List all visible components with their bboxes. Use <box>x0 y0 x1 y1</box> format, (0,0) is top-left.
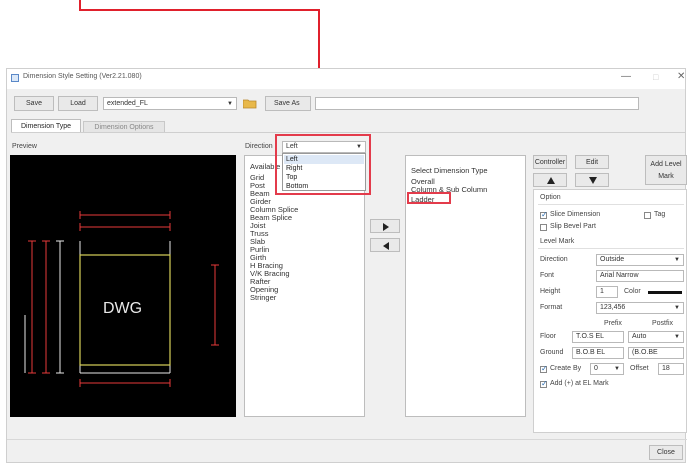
folder-icon[interactable] <box>243 98 257 109</box>
offset-value: 18 <box>662 365 670 372</box>
format-value: 123,456 <box>600 304 626 311</box>
add-to-selection-button[interactable] <box>370 219 400 233</box>
remove-from-selection-button[interactable] <box>370 238 400 252</box>
load-button[interactable]: Load <box>58 96 98 111</box>
height-value: 1 <box>600 288 604 295</box>
triangle-up-icon <box>547 177 555 184</box>
height-label: Height <box>540 288 561 295</box>
create-by-value: 0 <box>594 365 598 372</box>
offset-label: Offset <box>630 365 649 372</box>
color-swatch[interactable] <box>648 291 682 294</box>
format-label: Format <box>540 304 563 311</box>
floor-prefix-input[interactable]: T.O.S EL <box>572 331 624 343</box>
floor-postfix-select[interactable]: Auto ▼ <box>628 331 684 343</box>
slice-dimension-checkbox[interactable] <box>540 210 548 219</box>
ladder-highlight-box <box>407 192 451 204</box>
ground-postfix-input[interactable]: (B.O.BE <box>628 347 684 359</box>
app-icon <box>11 74 19 82</box>
direction-highlight-box <box>275 134 371 195</box>
tag-checkbox[interactable] <box>644 212 651 219</box>
triangle-right-icon <box>383 223 389 231</box>
create-by-label: Create By <box>550 365 582 372</box>
minimize-icon[interactable]: — <box>621 71 631 82</box>
prefix-header: Prefix <box>604 320 622 327</box>
edit-button[interactable]: Edit <box>575 155 609 169</box>
height-input[interactable]: 1 <box>596 286 618 298</box>
dwg-label: DWG <box>103 300 143 317</box>
preview-label: Preview <box>12 143 37 150</box>
font-label: Font <box>540 272 555 279</box>
tag-label: Tag <box>654 211 666 218</box>
add-level-mark-button[interactable]: Add Level Mark <box>645 155 687 185</box>
floor-label: Floor <box>540 333 556 340</box>
option-divider <box>538 204 684 205</box>
window-title: Dimension Style Setting (Ver2.21.080) <box>23 73 142 80</box>
tab-dimension-type[interactable]: Dimension Type <box>11 119 81 133</box>
selected-list-header: Select Dimension Type <box>411 166 488 175</box>
style-select-value: extended_FL <box>107 100 148 107</box>
floor-prefix-value: T.O.S EL <box>576 333 605 340</box>
tab-separator <box>11 132 685 133</box>
style-select[interactable]: extended_FL ▼ <box>103 97 237 110</box>
preview-canvas: DWG <box>10 155 236 417</box>
level-mark-title: Level Mark <box>540 238 575 245</box>
save-button[interactable]: Save <box>14 96 54 111</box>
close-button[interactable]: Close <box>649 445 683 460</box>
triangle-left-icon <box>383 242 389 250</box>
close-icon[interactable]: ✕ <box>677 71 685 82</box>
title-bar: Dimension Style Setting (Ver2.21.080) — … <box>7 69 685 89</box>
add-el-mark-checkbox[interactable] <box>540 379 548 388</box>
option-title: Option <box>540 194 561 201</box>
postfix-header: Postfix <box>652 320 674 327</box>
chevron-down-icon: ▼ <box>614 366 620 372</box>
triangle-down-icon <box>589 177 597 184</box>
create-by-checkbox[interactable] <box>540 364 548 373</box>
slip-bevel-part-checkbox[interactable] <box>540 224 547 231</box>
floor-postfix-value: Auto <box>632 333 647 340</box>
dimension-lines-white <box>24 240 171 374</box>
move-up-button[interactable] <box>533 173 567 187</box>
chevron-down-icon: ▼ <box>674 257 680 263</box>
create-by-select[interactable]: 0 ▼ <box>590 363 624 375</box>
save-as-button[interactable]: Save As <box>265 96 311 111</box>
font-value: Arial Narrow <box>600 272 639 279</box>
save-as-name-field[interactable] <box>315 97 639 110</box>
ground-prefix-value: B.O.B EL <box>576 349 606 356</box>
move-down-button[interactable] <box>575 173 609 187</box>
direction-label: Direction <box>245 143 273 150</box>
drawing-preview <box>24 211 219 387</box>
chevron-down-icon: ▼ <box>674 305 680 311</box>
slip-bevel-part-label: Slip Bevel Part <box>550 223 596 230</box>
controller-button[interactable]: Controller <box>533 155 567 169</box>
chevron-down-icon: ▼ <box>674 334 680 340</box>
ground-label: Ground <box>540 349 564 356</box>
format-select[interactable]: 123,456 ▼ <box>596 302 684 314</box>
ground-prefix-input[interactable]: B.O.B EL <box>572 347 624 359</box>
lm-direction-select[interactable]: Outside ▼ <box>596 254 684 266</box>
option-panel: Option Slice Dimension Tag Slip Bevel Pa… <box>533 189 687 433</box>
add-el-mark-label: Add (+) at EL Mark <box>550 380 609 387</box>
font-select[interactable]: Arial Narrow <box>596 270 684 282</box>
lm-direction-value: Outside <box>600 256 625 263</box>
chevron-down-icon: ▼ <box>227 101 233 107</box>
footer-divider <box>7 439 687 440</box>
dimension-style-window: Dimension Style Setting (Ver2.21.080) — … <box>6 68 687 463</box>
dimension-lines-red <box>28 211 219 387</box>
slice-dimension-label: Slice Dimension <box>550 211 601 218</box>
ground-postfix-value: (B.O.BE <box>632 349 658 356</box>
list-item[interactable]: Stringer <box>250 293 276 302</box>
lm-direction-label: Direction <box>540 256 568 263</box>
offset-input[interactable]: 18 <box>658 363 684 375</box>
color-label: Color <box>624 288 641 295</box>
maximize-icon[interactable]: □ <box>653 72 658 82</box>
level-mark-divider <box>538 248 684 249</box>
